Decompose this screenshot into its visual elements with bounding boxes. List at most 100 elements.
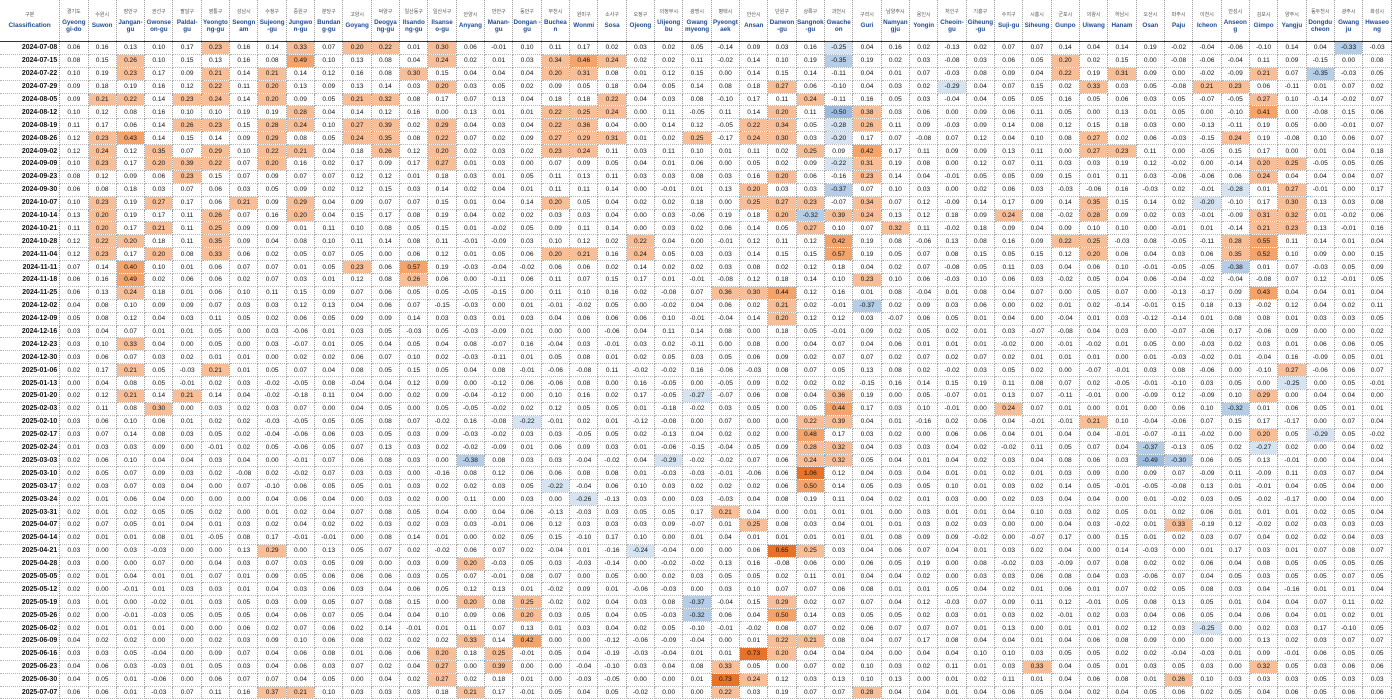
value-cell[interactable]: 0.00 bbox=[1107, 350, 1137, 365]
value-cell[interactable]: 0.24 bbox=[994, 402, 1024, 416]
value-cell[interactable]: 0.06 bbox=[1164, 608, 1194, 623]
value-cell[interactable]: 0.10 bbox=[314, 234, 344, 249]
value-cell[interactable]: 0.11 bbox=[1362, 299, 1392, 313]
value-cell[interactable]: 0.00 bbox=[626, 673, 656, 687]
value-cell[interactable]: 0.06 bbox=[1164, 402, 1194, 416]
value-cell[interactable]: -0.03 bbox=[739, 363, 769, 378]
value-cell[interactable]: 0.10 bbox=[1277, 93, 1307, 107]
value-cell[interactable]: -0.04 bbox=[1249, 350, 1279, 365]
value-cell[interactable]: 0.27 bbox=[427, 157, 457, 171]
value-cell[interactable]: 0.10 bbox=[1107, 260, 1137, 275]
value-cell[interactable]: -0.05 bbox=[286, 415, 316, 429]
value-cell[interactable]: -0.05 bbox=[682, 105, 712, 120]
value-cell[interactable]: -0.01 bbox=[541, 415, 571, 429]
value-cell[interactable]: 0.10 bbox=[966, 647, 996, 661]
value-cell[interactable]: 0.04 bbox=[314, 144, 344, 159]
value-cell[interactable]: -0.12 bbox=[1136, 312, 1165, 326]
value-cell[interactable]: 0.13 bbox=[342, 80, 372, 94]
value-cell[interactable]: 0.04 bbox=[172, 518, 202, 532]
value-cell[interactable]: 0.20 bbox=[257, 80, 287, 94]
value-cell[interactable]: 0.01 bbox=[1136, 518, 1165, 532]
value-cell[interactable]: 0.04 bbox=[739, 492, 769, 507]
value-cell[interactable]: -0.11 bbox=[1277, 80, 1307, 94]
value-cell[interactable]: 0.07 bbox=[1164, 466, 1194, 481]
value-cell[interactable]: 0.00 bbox=[767, 505, 797, 519]
value-cell[interactable]: -0.09 bbox=[1136, 389, 1165, 403]
value-cell[interactable]: 0.02 bbox=[937, 350, 967, 365]
value-cell[interactable]: 0.13 bbox=[881, 673, 911, 687]
value-cell[interactable]: -0.37 bbox=[682, 595, 712, 610]
value-cell[interactable]: 0.01 bbox=[1362, 402, 1392, 416]
value-cell[interactable]: 0.02 bbox=[229, 402, 259, 416]
value-cell[interactable]: 0.10 bbox=[116, 415, 146, 429]
value-cell[interactable]: 0.08 bbox=[512, 570, 542, 584]
value-cell[interactable]: 0.05 bbox=[201, 325, 231, 339]
value-cell[interactable]: 0.08 bbox=[1051, 454, 1080, 468]
value-cell[interactable]: 0.03 bbox=[399, 428, 429, 442]
value-cell[interactable]: 0.02 bbox=[881, 325, 911, 339]
value-cell[interactable]: 0.06 bbox=[881, 544, 911, 558]
value-cell[interactable]: -0.04 bbox=[541, 544, 571, 558]
value-cell[interactable]: 0.13 bbox=[1164, 595, 1194, 610]
value-cell[interactable]: 0.04 bbox=[1277, 479, 1307, 494]
value-cell[interactable]: 0.11 bbox=[88, 402, 117, 416]
value-cell[interactable]: 0.01 bbox=[201, 518, 231, 532]
value-cell[interactable]: 0.07 bbox=[456, 93, 486, 107]
value-cell[interactable]: 0.11 bbox=[1277, 234, 1307, 249]
value-cell[interactable]: 0.03 bbox=[937, 608, 967, 623]
value-cell[interactable]: 0.01 bbox=[1249, 402, 1279, 416]
value-cell[interactable]: -0.01 bbox=[1249, 479, 1279, 494]
value-cell[interactable]: -0.04 bbox=[654, 647, 684, 661]
value-cell[interactable]: 0.14 bbox=[626, 260, 656, 275]
value-cell[interactable]: 0.04 bbox=[739, 608, 769, 623]
value-cell[interactable]: 0.04 bbox=[144, 312, 174, 326]
value-cell[interactable]: 0.02 bbox=[512, 544, 542, 558]
value-cell[interactable]: 0.00 bbox=[88, 557, 117, 571]
value-cell[interactable]: -0.19 bbox=[1192, 518, 1222, 532]
value-cell[interactable]: 0.19 bbox=[116, 209, 146, 223]
value-cell[interactable]: 0.09 bbox=[994, 221, 1024, 236]
value-cell[interactable]: 0.08 bbox=[682, 170, 712, 184]
value-cell[interactable]: 0.07 bbox=[399, 196, 429, 210]
value-cell[interactable]: 0.14 bbox=[201, 131, 231, 146]
value-cell[interactable]: 0.14 bbox=[597, 183, 627, 197]
value-cell[interactable]: 0.00 bbox=[994, 531, 1024, 545]
value-cell[interactable]: -0.07 bbox=[937, 389, 967, 403]
value-cell[interactable]: 0.07 bbox=[286, 621, 316, 635]
value-cell[interactable]: 0.05 bbox=[201, 337, 231, 352]
value-cell[interactable]: 0.02 bbox=[966, 41, 996, 55]
value-cell[interactable]: 0.07 bbox=[541, 157, 571, 171]
value-cell[interactable]: 0.26 bbox=[399, 273, 429, 287]
value-cell[interactable]: 0.01 bbox=[597, 415, 627, 429]
value-cell[interactable]: -0.25 bbox=[1192, 621, 1222, 635]
value-cell[interactable]: 0.06 bbox=[342, 454, 372, 468]
value-cell[interactable]: 0.05 bbox=[1079, 660, 1109, 674]
value-cell[interactable]: 0.02 bbox=[739, 479, 769, 494]
value-cell[interactable]: 0.08 bbox=[966, 234, 996, 249]
value-cell[interactable]: 0.02 bbox=[1277, 518, 1307, 532]
value-cell[interactable]: 0.07 bbox=[881, 196, 911, 210]
value-cell[interactable]: 0.01 bbox=[909, 454, 939, 468]
value-cell[interactable]: -0.01 bbox=[654, 183, 684, 197]
value-cell[interactable]: 0.06 bbox=[1362, 660, 1392, 674]
value-cell[interactable]: 0.01 bbox=[512, 441, 542, 455]
value-cell[interactable]: 0.11 bbox=[1022, 144, 1052, 159]
value-cell[interactable]: 0.03 bbox=[456, 80, 486, 94]
value-cell[interactable]: 0.09 bbox=[569, 441, 599, 455]
value-cell[interactable]: 0.16 bbox=[852, 93, 882, 107]
value-cell[interactable]: 0.13 bbox=[88, 286, 117, 300]
value-cell[interactable]: 0.03 bbox=[881, 466, 911, 481]
value-cell[interactable]: 0.10 bbox=[144, 54, 174, 68]
value-cell[interactable]: 0.17 bbox=[881, 144, 911, 159]
value-cell[interactable]: 0.04 bbox=[654, 234, 684, 249]
value-cell[interactable]: 0.23 bbox=[172, 93, 202, 107]
value-cell[interactable]: 0.35 bbox=[1079, 196, 1109, 210]
value-cell[interactable]: 0.05 bbox=[937, 582, 967, 597]
value-cell[interactable]: 0.12 bbox=[371, 105, 401, 120]
value-cell[interactable]: -0.02 bbox=[1249, 299, 1279, 313]
value-cell[interactable]: -0.02 bbox=[1362, 428, 1392, 442]
value-cell[interactable]: 0.05 bbox=[1164, 105, 1194, 120]
value-cell[interactable]: -0.09 bbox=[1192, 466, 1222, 481]
value-cell[interactable]: 0.09 bbox=[371, 312, 401, 326]
value-cell[interactable]: 0.21 bbox=[201, 363, 231, 378]
